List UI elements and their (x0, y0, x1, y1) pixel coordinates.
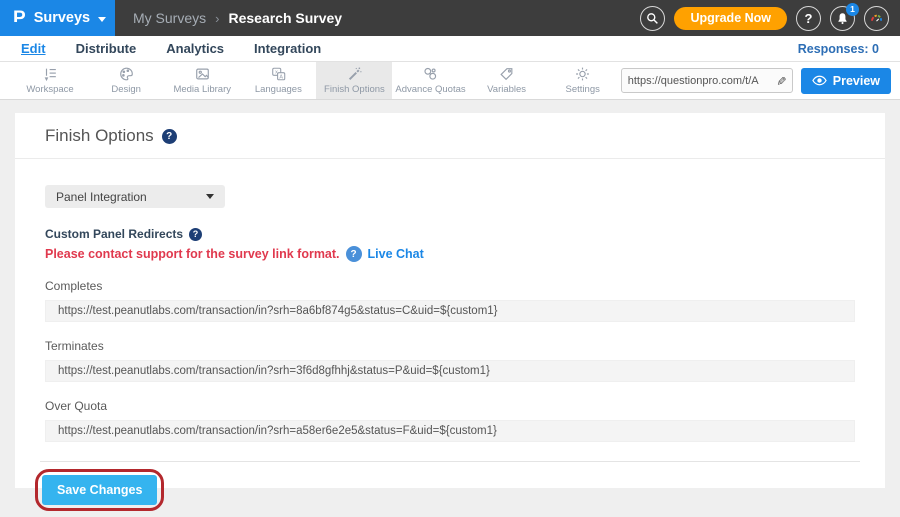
finish-options-card: Finish Options ? Panel Integration Custo… (15, 113, 885, 488)
terminates-field-group: Terminates (45, 339, 855, 382)
help-button[interactable]: ? (796, 6, 821, 31)
upgrade-now-button[interactable]: Upgrade Now (674, 7, 787, 30)
product-switcher[interactable]: P Surveys (0, 0, 115, 36)
custom-panel-redirects-help-icon[interactable]: ? (189, 228, 202, 241)
breadcrumb-separator: › (215, 11, 219, 26)
settings-icon (574, 66, 591, 82)
save-annotation-highlight: Save Changes (35, 469, 164, 511)
toolbar-tab-media-library[interactable]: Media Library (164, 62, 240, 99)
tab-analytics[interactable]: Analytics (166, 41, 224, 56)
toolbar-tab-advance-quotas[interactable]: Advance Quotas (392, 62, 468, 99)
usage-meter-icon (869, 11, 884, 26)
advance-quotas-icon (422, 66, 439, 82)
toolbar-tab-languages[interactable]: x A Languages (240, 62, 316, 99)
survey-url-input[interactable] (628, 75, 776, 87)
toolbar-tab-settings[interactable]: Settings (545, 62, 621, 99)
svg-text:x: x (275, 70, 278, 76)
top-bar: P Surveys My Surveys › Research Survey U… (0, 0, 900, 36)
terminates-url-input[interactable] (45, 360, 855, 382)
breadcrumb-my-surveys[interactable]: My Surveys (133, 10, 206, 26)
variables-icon (498, 66, 515, 82)
toolbar-right: ✎ Preview (621, 62, 900, 99)
save-changes-button[interactable]: Save Changes (42, 475, 157, 505)
over-quota-label: Over Quota (45, 399, 855, 413)
page-content: Finish Options ? Panel Integration Custo… (0, 100, 900, 517)
custom-panel-redirects-heading: Custom Panel Redirects ? (45, 227, 855, 241)
live-chat-link[interactable]: Live Chat (368, 247, 424, 261)
live-chat-help-icon[interactable]: ? (346, 246, 362, 262)
completes-url-input[interactable] (45, 300, 855, 322)
chevron-down-icon (98, 17, 106, 22)
toolbar-tab-variables[interactable]: Variables (469, 62, 545, 99)
product-label: Surveys (34, 10, 90, 26)
survey-nav: Edit Distribute Analytics Integration Re… (0, 36, 900, 62)
over-quota-url-input[interactable] (45, 420, 855, 442)
search-icon (646, 12, 659, 25)
notifications-button[interactable]: 1 (830, 6, 855, 31)
panel-integration-dropdown[interactable]: Panel Integration (45, 185, 225, 208)
edit-pencil-icon[interactable]: ✎ (774, 75, 788, 85)
over-quota-field-group: Over Quota (45, 399, 855, 442)
edit-toolbar: Workspace Design Media Library x A Langu… (0, 62, 900, 100)
finish-options-help-icon[interactable]: ? (162, 129, 177, 144)
dropdown-value: Panel Integration (56, 190, 147, 204)
tab-edit[interactable]: Edit (21, 41, 46, 56)
toolbar-tab-design[interactable]: Design (88, 62, 164, 99)
support-note: Please contact support for the survey li… (45, 246, 855, 262)
preview-button[interactable]: Preview (801, 68, 891, 94)
card-body: Panel Integration Custom Panel Redirects… (15, 159, 885, 511)
svg-text:A: A (279, 74, 283, 80)
help-icon: ? (805, 11, 813, 26)
notification-badge: 1 (846, 3, 859, 16)
divider (40, 461, 860, 462)
toolbar-tab-finish-options[interactable]: Finish Options (316, 62, 392, 99)
chevron-down-icon (206, 194, 214, 199)
eye-icon (812, 75, 827, 86)
survey-url-box: ✎ (621, 68, 793, 93)
breadcrumb: My Surveys › Research Survey (133, 10, 342, 26)
usage-meter-button[interactable] (864, 6, 889, 31)
search-button[interactable] (640, 6, 665, 31)
breadcrumb-current-survey: Research Survey (228, 10, 342, 26)
finish-options-icon (346, 66, 363, 82)
languages-icon: x A (270, 66, 287, 82)
media-library-icon (194, 66, 211, 82)
card-header: Finish Options ? (15, 113, 885, 159)
workspace-icon (42, 66, 59, 82)
toolbar-tab-workspace[interactable]: Workspace (12, 62, 88, 99)
page-title: Finish Options (45, 126, 154, 146)
completes-field-group: Completes (45, 279, 855, 322)
tab-distribute[interactable]: Distribute (76, 41, 137, 56)
tab-integration[interactable]: Integration (254, 41, 321, 56)
questionpro-logo: P (13, 9, 26, 28)
terminates-label: Terminates (45, 339, 855, 353)
design-icon (118, 66, 135, 82)
support-note-text: Please contact support for the survey li… (45, 247, 340, 261)
completes-label: Completes (45, 279, 855, 293)
responses-count[interactable]: Responses: 0 (798, 42, 879, 56)
topbar-actions: Upgrade Now ? 1 (640, 6, 900, 31)
